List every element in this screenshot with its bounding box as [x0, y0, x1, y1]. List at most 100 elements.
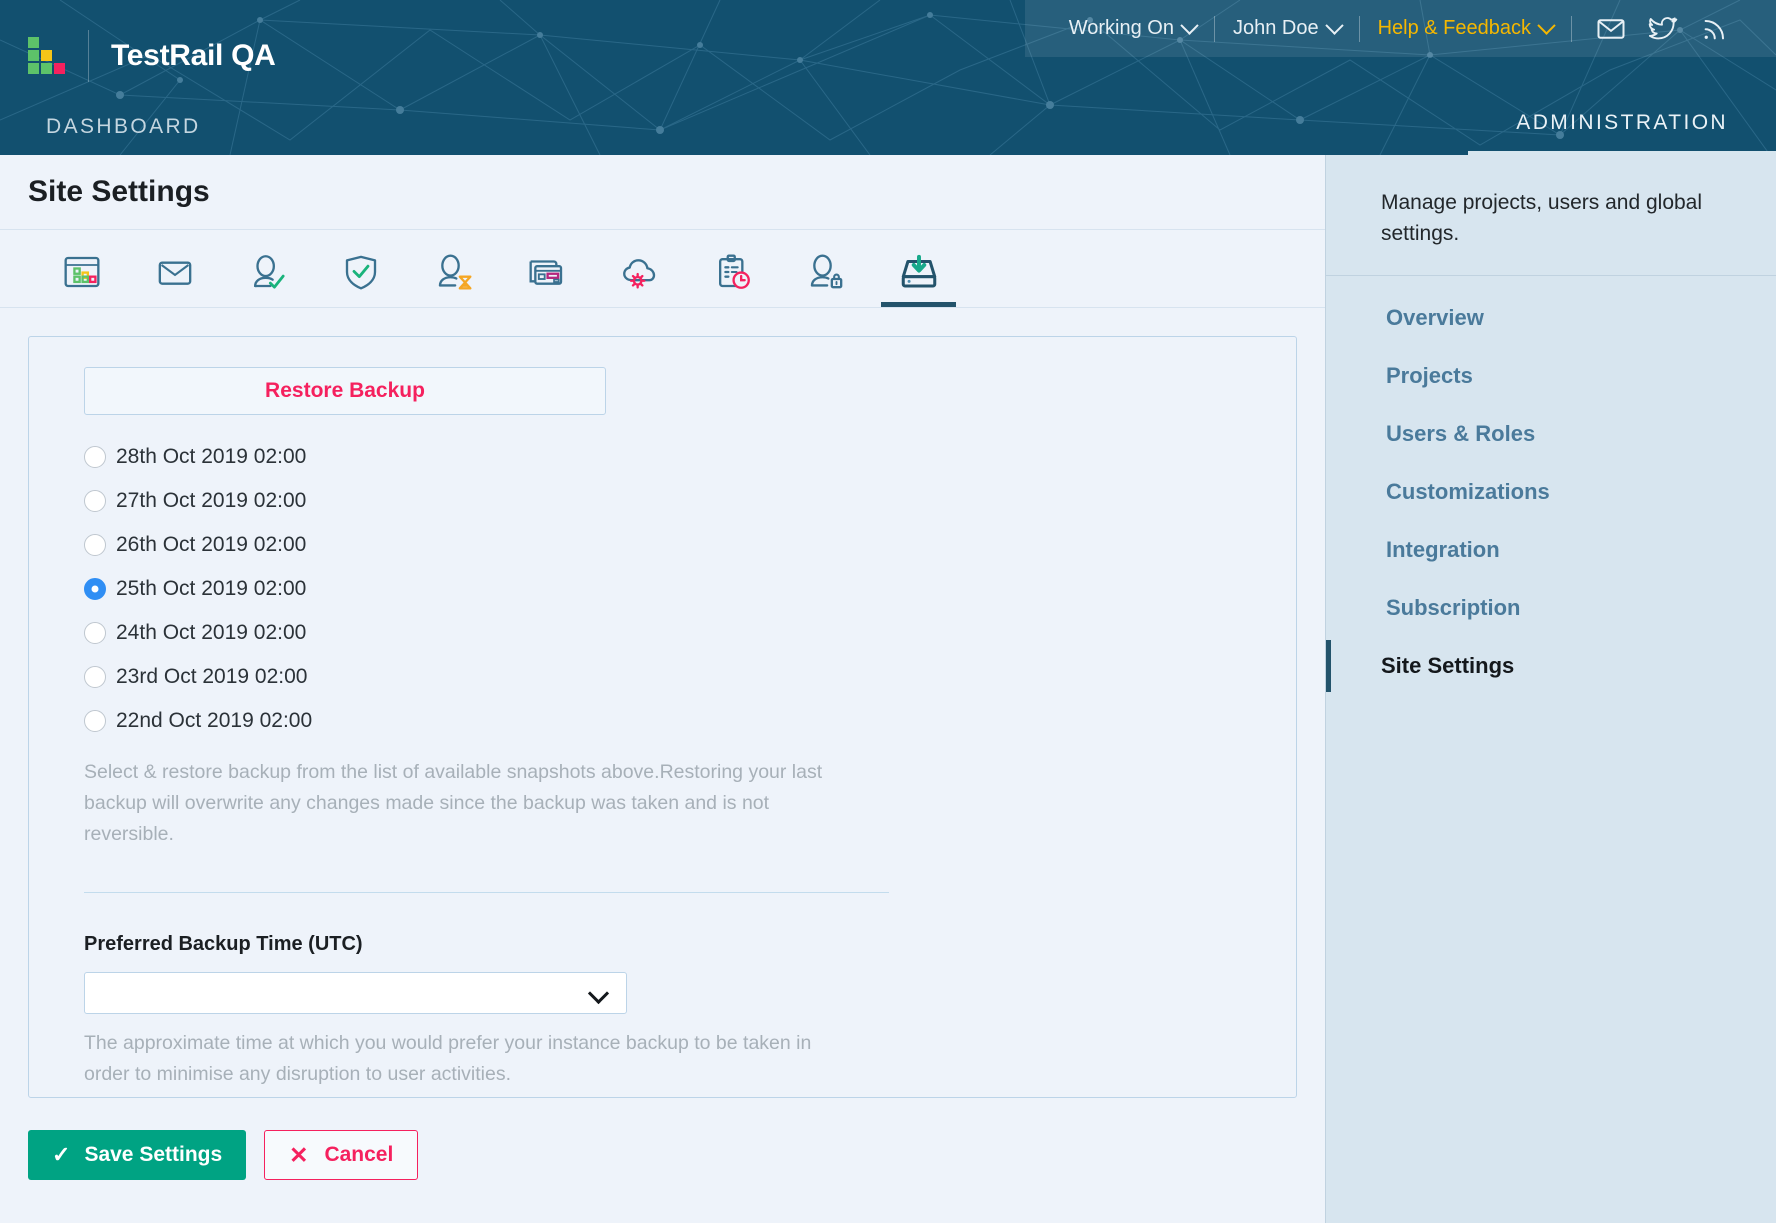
backup-download-icon: [901, 254, 936, 288]
tab-cloud-settings[interactable]: [602, 245, 677, 307]
backup-settings-panel: Restore Backup 28th Oct 2019 02:00 27th O…: [28, 336, 1297, 1098]
sidebar-item-label: Customizations: [1386, 479, 1550, 504]
tab-user-lock[interactable]: [788, 245, 863, 307]
nav-dashboard[interactable]: DASHBOARD: [0, 115, 201, 155]
backup-option-label: 22nd Oct 2019 02:00: [116, 709, 313, 732]
topnav-help-label: Help & Feedback: [1377, 17, 1531, 39]
page-title-bar: Site Settings: [0, 155, 1325, 230]
shield-check-icon: [345, 255, 376, 289]
backup-option-label: 27th Oct 2019 02:00: [116, 489, 307, 512]
sidebar-item-subscription[interactable]: Subscription: [1326, 582, 1776, 634]
backup-option-label: 25th Oct 2019 02:00: [116, 577, 307, 600]
brand[interactable]: TestRail QA: [28, 30, 276, 82]
sidebar-item-label: Integration: [1386, 537, 1500, 562]
backup-option-row[interactable]: 24th Oct 2019 02:00: [84, 611, 1241, 655]
chevron-down-icon: [587, 982, 610, 1005]
tab-shield-check[interactable]: [323, 245, 398, 307]
tab-user-pending[interactable]: [416, 245, 491, 307]
restore-help-text: Select & restore backup from the list of…: [84, 761, 823, 845]
user-pending-icon: [438, 253, 471, 289]
testrail-logo-icon: [28, 37, 66, 75]
chevron-down-icon: [1324, 16, 1344, 35]
save-settings-label: Save Settings: [84, 1143, 223, 1166]
backup-option-label: 24th Oct 2019 02:00: [116, 621, 307, 644]
tab-backup[interactable]: [881, 245, 956, 307]
sidebar-item-site-settings[interactable]: Site Settings: [1326, 640, 1776, 692]
backup-option-row[interactable]: 25th Oct 2019 02:00: [84, 567, 1241, 611]
sidebar-item-label: Projects: [1386, 363, 1473, 388]
admin-sidebar: Manage projects, users and global settin…: [1325, 155, 1776, 1223]
audit-clipboard-icon: [718, 254, 750, 289]
close-icon: ✕: [289, 1141, 309, 1168]
radio-unselected-icon[interactable]: [84, 490, 106, 512]
backup-option-row[interactable]: 27th Oct 2019 02:00: [84, 479, 1241, 523]
backup-option-row[interactable]: 22nd Oct 2019 02:00: [84, 699, 1241, 743]
sidebar-item-integration[interactable]: Integration: [1326, 524, 1776, 576]
restore-backup-button[interactable]: Restore Backup: [84, 367, 606, 415]
topnav-working-on-label: Working On: [1068, 17, 1174, 39]
tab-audit-log[interactable]: [695, 245, 770, 307]
backup-option-row[interactable]: 26th Oct 2019 02:00: [84, 523, 1241, 567]
tab-billing[interactable]: [509, 245, 584, 307]
main-content: Site Settings Restore Backup 28th Oct 20…: [0, 155, 1325, 1223]
tab-site-overview[interactable]: [44, 245, 119, 307]
rss-icon[interactable]: [1700, 14, 1730, 44]
backup-time-help-text: The approximate time at which you would …: [84, 1032, 812, 1085]
topnav-user-menu[interactable]: John Doe: [1215, 16, 1359, 40]
sidebar-item-label: Subscription: [1386, 595, 1521, 620]
sidebar-item-label: Site Settings: [1381, 653, 1515, 678]
tab-user-check[interactable]: [230, 245, 305, 307]
radio-unselected-icon[interactable]: [84, 534, 106, 556]
primary-nav: DASHBOARD ADMINISTRATION: [0, 97, 1776, 155]
backup-time-select[interactable]: [84, 972, 627, 1014]
email-icon: [158, 261, 191, 285]
backup-option-row[interactable]: 23rd Oct 2019 02:00: [84, 655, 1241, 699]
backup-option-label: 26th Oct 2019 02:00: [116, 533, 307, 556]
sidebar-item-projects[interactable]: Projects: [1326, 350, 1776, 402]
brand-divider: [88, 30, 89, 82]
save-settings-button[interactable]: ✓ Save Settings: [28, 1130, 247, 1180]
cancel-label: Cancel: [324, 1143, 394, 1166]
sidebar-item-label: Users & Roles: [1386, 421, 1536, 446]
chevron-down-icon: [1537, 16, 1556, 35]
billing-cards-icon: [529, 259, 562, 285]
tab-email[interactable]: [137, 245, 212, 307]
cloud-settings-icon: [622, 258, 655, 289]
twitter-icon[interactable]: [1648, 14, 1678, 44]
top-navigation: Working On John Doe Help & Feedback: [1024, 0, 1776, 57]
user-check-icon: [253, 254, 285, 289]
cancel-button[interactable]: ✕ Cancel: [264, 1130, 419, 1180]
user-lock-icon: [810, 253, 842, 288]
form-actions: ✓ Save Settings ✕ Cancel: [0, 1098, 1325, 1180]
sidebar-item-label: Overview: [1386, 305, 1484, 330]
radio-unselected-icon[interactable]: [84, 710, 106, 732]
social-links: [1572, 0, 1756, 57]
nav-administration[interactable]: ADMINISTRATION: [1468, 111, 1776, 155]
settings-tabs: [0, 230, 1325, 308]
sidebar-item-customizations[interactable]: Customizations: [1326, 466, 1776, 518]
topnav-user-label: John Doe: [1232, 17, 1319, 39]
sidebar-item-users-roles[interactable]: Users & Roles: [1326, 408, 1776, 460]
sidebar-item-overview[interactable]: Overview: [1326, 292, 1776, 344]
backup-time-label: Preferred Backup Time (UTC): [84, 933, 363, 955]
sidebar-nav: Overview Projects Users & Roles Customizati…: [1326, 292, 1776, 692]
mail-icon[interactable]: [1596, 14, 1626, 44]
site-overview-icon: [64, 256, 99, 287]
brand-title: TestRail QA: [111, 39, 276, 72]
sidebar-description: Manage projects, users and global settin…: [1326, 155, 1776, 276]
chevron-down-icon: [1180, 16, 1199, 35]
page-body: Site Settings Restore Backup 28th Oct 20…: [0, 155, 1776, 1223]
radio-unselected-icon[interactable]: [84, 666, 106, 688]
check-icon: ✓: [52, 1142, 71, 1167]
radio-unselected-icon[interactable]: [84, 622, 106, 644]
topnav-working-on[interactable]: Working On: [1051, 16, 1214, 40]
backup-option-label: 23rd Oct 2019 02:00: [116, 665, 308, 688]
section-divider: [84, 892, 889, 893]
radio-unselected-icon[interactable]: [84, 446, 106, 468]
topnav-help-feedback[interactable]: Help & Feedback: [1360, 16, 1571, 40]
page-title: Site Settings: [28, 175, 210, 208]
backup-option-label: 28th Oct 2019 02:00: [116, 445, 307, 468]
backup-snapshot-list: 28th Oct 2019 02:00 27th Oct 2019 02:00 26…: [84, 435, 1241, 743]
radio-selected-icon[interactable]: [84, 578, 106, 600]
backup-option-row[interactable]: 28th Oct 2019 02:00: [84, 435, 1241, 479]
